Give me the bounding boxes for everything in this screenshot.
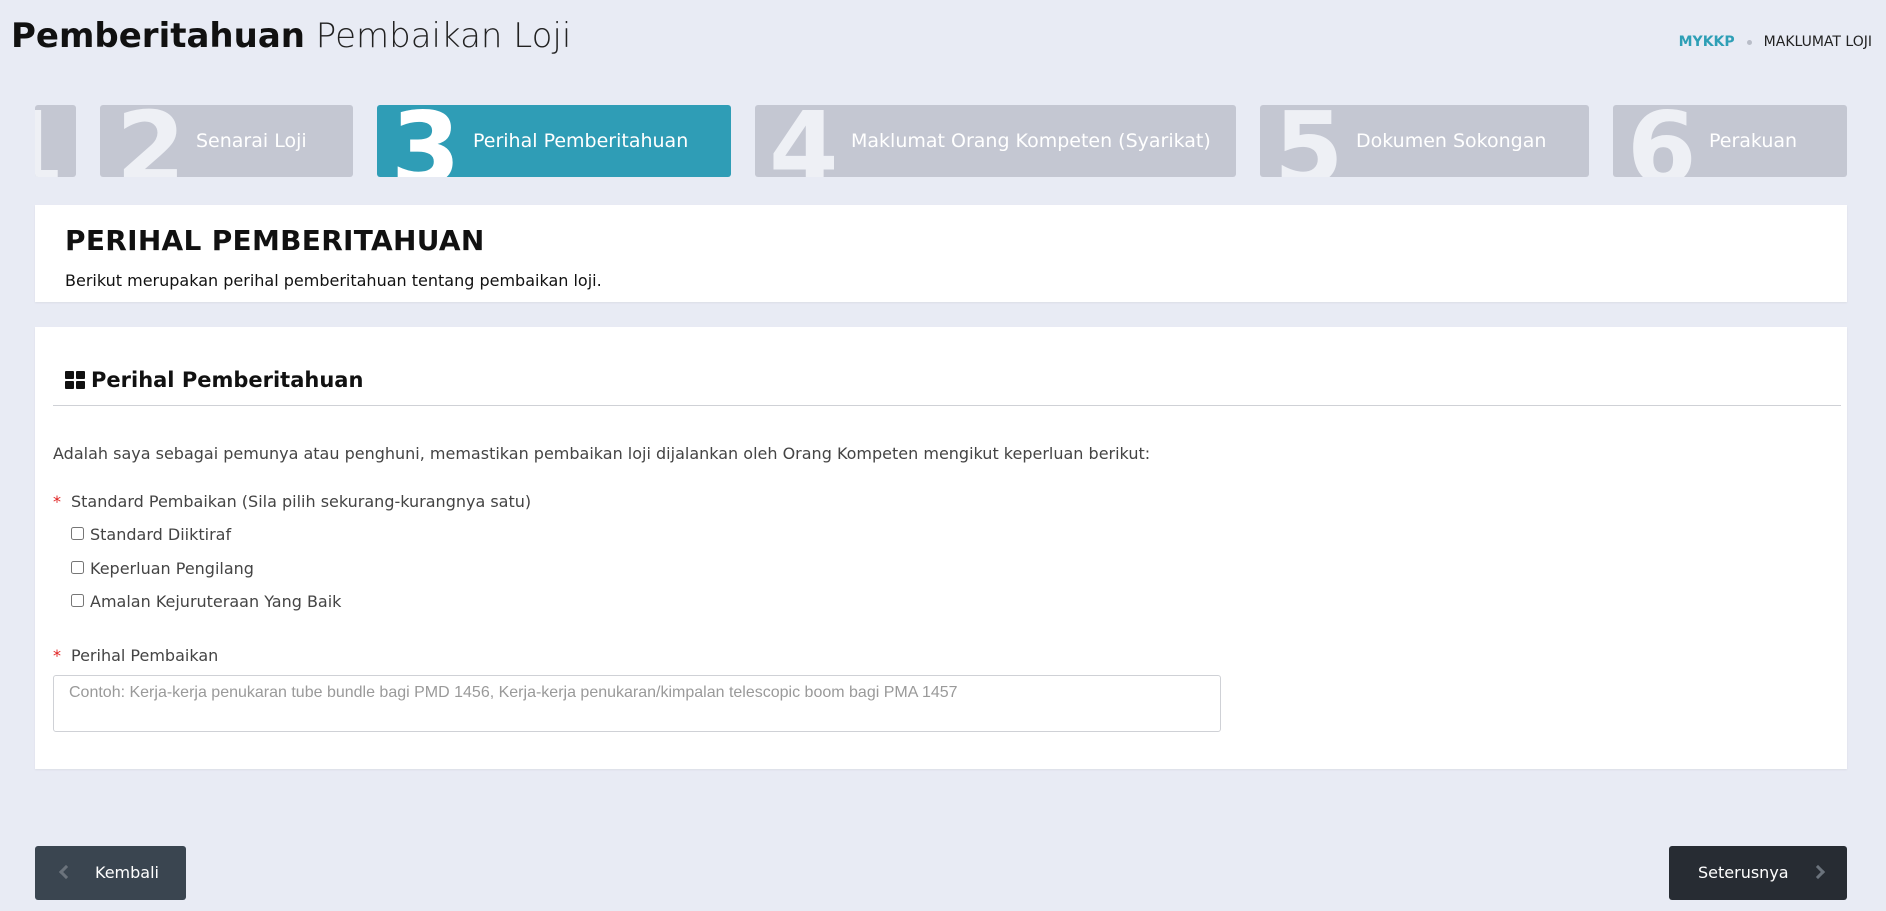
- step-3[interactable]: 3 Perihal Pemberitahuan: [377, 105, 731, 177]
- page-title-light: Pembaikan Loji: [315, 16, 572, 56]
- breadcrumb-separator: [1746, 39, 1752, 45]
- page-title-bold: Pemberitahuan: [11, 16, 305, 56]
- option-label: Amalan Kejuruteraan Yang Baik: [90, 592, 342, 611]
- form-card: Perihal Pemberitahuan Adalah saya sebaga…: [35, 327, 1847, 769]
- section-divider: [53, 405, 1841, 406]
- section-header: Perihal Pemberitahuan: [65, 367, 363, 393]
- breadcrumb-current: MAKLUMAT LOJI: [1763, 34, 1872, 50]
- perihal-pembaikan-input[interactable]: [53, 675, 1221, 732]
- step-label: Perakuan: [1709, 130, 1798, 152]
- option-keperluan-pengilang[interactable]: Keperluan Pengilang: [71, 559, 254, 579]
- chevron-right-icon: [1810, 864, 1826, 880]
- step-number: 2: [116, 105, 186, 177]
- section-title: Perihal Pemberitahuan: [91, 368, 364, 392]
- checkbox-standard-diiktiraf[interactable]: [71, 527, 84, 540]
- page-header: Pemberitahuan Pembaikan Loji MYKKP MAKLU…: [0, 0, 1886, 80]
- standard-label: * Standard Pembaikan (Sila pilih sekurang…: [53, 492, 531, 512]
- step-number: 1: [35, 105, 65, 177]
- option-label: Standard Diiktiraf: [90, 525, 232, 544]
- intro-card: PERIHAL PEMBERITAHUAN Berikut merupakan …: [35, 205, 1847, 302]
- statement-text: Adalah saya sebagai pemunya atau penghun…: [53, 444, 1151, 463]
- checkbox-amalan-kejuruteraan[interactable]: [71, 594, 84, 607]
- option-label: Keperluan Pengilang: [90, 559, 254, 578]
- option-standard-diiktiraf[interactable]: Standard Diiktiraf: [71, 525, 231, 545]
- step-wizard: 1 2 Senarai Loji 3 Perihal Pemberitahuan…: [0, 105, 1886, 177]
- option-amalan-kejuruteraan[interactable]: Amalan Kejuruteraan Yang Baik: [71, 592, 341, 612]
- step-label: Maklumat Orang Kompeten (Syarikat): [851, 130, 1211, 152]
- step-number: 6: [1627, 105, 1697, 177]
- breadcrumb: MYKKP MAKLUMAT LOJI: [1679, 33, 1872, 51]
- page-title: Pemberitahuan Pembaikan Loji: [11, 14, 571, 58]
- checkbox-keperluan-pengilang[interactable]: [71, 561, 84, 574]
- perihal-label: * Perihal Pembaikan: [53, 646, 218, 666]
- perihal-label-text: Perihal Pembaikan: [71, 646, 219, 665]
- step-label: Dokumen Sokongan: [1356, 130, 1547, 152]
- next-button[interactable]: Seterusnya: [1669, 846, 1847, 900]
- required-mark: *: [53, 646, 61, 665]
- breadcrumb-home-link[interactable]: MYKKP: [1679, 33, 1735, 51]
- back-button[interactable]: Kembali: [35, 846, 186, 900]
- step-label: Senarai Loji: [196, 130, 307, 152]
- standard-label-text: Standard Pembaikan (Sila pilih sekurang-…: [71, 492, 532, 511]
- chevron-left-icon: [58, 864, 74, 880]
- required-mark: *: [53, 492, 61, 511]
- step-6[interactable]: 6 Perakuan: [1613, 105, 1847, 177]
- next-button-label: Seterusnya: [1698, 863, 1789, 882]
- step-1[interactable]: 1: [35, 105, 76, 177]
- back-button-label: Kembali: [95, 863, 159, 882]
- step-number: 3: [391, 105, 461, 177]
- step-2[interactable]: 2 Senarai Loji: [100, 105, 353, 177]
- step-label: Perihal Pemberitahuan: [473, 130, 689, 152]
- step-number: 4: [769, 105, 839, 177]
- step-4[interactable]: 4 Maklumat Orang Kompeten (Syarikat): [755, 105, 1236, 177]
- step-number: 5: [1274, 105, 1344, 177]
- intro-title: PERIHAL PEMBERITAHUAN: [65, 224, 485, 257]
- intro-description: Berikut merupakan perihal pemberitahuan …: [65, 271, 602, 290]
- step-5[interactable]: 5 Dokumen Sokongan: [1260, 105, 1589, 177]
- grid-icon: [65, 371, 85, 389]
